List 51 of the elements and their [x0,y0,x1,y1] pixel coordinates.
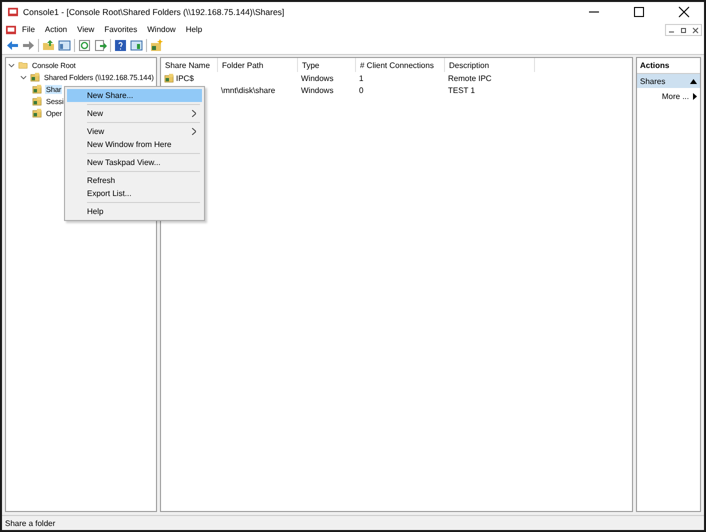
menu-item[interactable]: View [73,25,98,34]
collapse-icon[interactable] [690,78,697,84]
window-title: Console1 - [Console Root\Shared Folders (\\192.168.75.144)\Shares] [23,7,286,17]
shared-folder-icon [32,108,42,118]
close-button[interactable] [690,24,701,34]
table-cell: IPC$ [161,73,218,83]
new-share-icon[interactable] [150,39,163,52]
up-folder-icon[interactable] [42,39,55,52]
menu-item[interactable]: Help [67,205,202,218]
column-header[interactable]: Type [298,58,356,72]
status-bar: Share a folder [2,515,704,530]
shared-folder-icon [30,72,40,82]
shared-folder-icon [32,96,42,106]
menu-item[interactable]: Export List... [67,187,202,200]
forward-icon[interactable] [22,39,35,52]
column-header[interactable]: Share Name [161,58,218,72]
table-cell-text: TEST 1 [447,86,476,94]
shared-folder-icon [32,84,42,94]
menu-item[interactable]: View [67,125,202,138]
collapse-icon[interactable] [8,62,15,68]
table-cell-text: Remote IPC [447,74,493,82]
table-cell-text: Windows [300,86,334,94]
column-header[interactable]: Folder Path [218,58,298,72]
help-icon[interactable] [114,39,127,52]
menu-item[interactable]: Help [182,25,206,34]
menu-item[interactable]: New Share... [67,89,202,102]
console-tree-icon[interactable] [58,39,71,52]
shared-folder-icon [164,73,174,83]
table-cell-text: Windows [300,74,334,82]
back-icon[interactable] [6,39,19,52]
action-link[interactable]: More ... [637,88,700,105]
table-cell-text: 0 [358,86,364,94]
menu-item[interactable]: Favorites [100,25,142,34]
menu-item[interactable]: Window [143,25,180,34]
menu-item[interactable]: Action [40,25,72,34]
menu-item[interactable]: Refresh [67,174,202,187]
table-cell-text: \mnt\disk\share [220,86,276,94]
submenu-arrow-icon [693,93,697,100]
table-cell-text: 1 [358,74,364,82]
menu-item[interactable]: New [67,107,202,120]
folder-icon [18,60,28,70]
action-pane-icon[interactable] [130,39,143,52]
actions-section-header[interactable]: Shares [637,74,700,88]
collapse-icon[interactable] [20,74,27,80]
menu-item[interactable]: New Taskpad View... [67,156,202,169]
export-icon[interactable] [94,39,107,52]
refresh-icon[interactable] [78,39,91,52]
menu-item[interactable]: File [18,25,39,34]
menu-item[interactable]: New Window from Here [67,138,202,151]
column-header[interactable]: Description [445,58,535,72]
column-header[interactable]: # Client Connections [356,58,445,72]
